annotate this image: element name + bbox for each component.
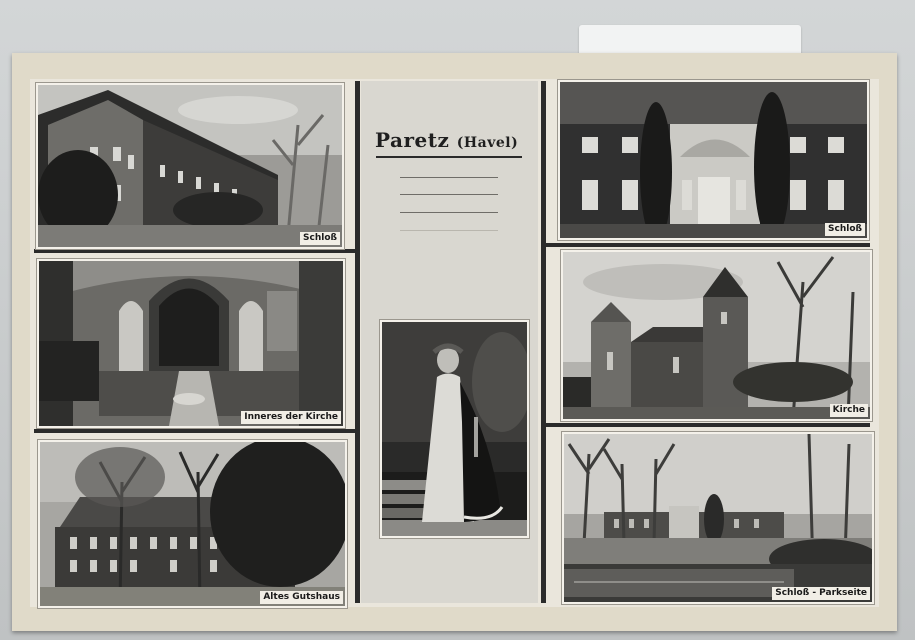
divider-right-2 [546, 423, 870, 427]
photo-altes-gutshaus-image [40, 442, 345, 606]
caption-schloss-front: Schloß [300, 232, 340, 245]
address-line-1 [400, 177, 498, 178]
caption-altes-gutshaus: Altes Gutshaus [260, 591, 343, 604]
title-sub: (Havel) [456, 135, 519, 151]
photo-schloss-park-image [564, 434, 872, 602]
photo-schloss-park: Schloß - Parkseite [562, 432, 874, 604]
divider-left [355, 81, 360, 603]
photo-schloss-front-image [38, 85, 342, 247]
photo-altes-gutshaus: Altes Gutshaus [38, 440, 347, 608]
postcard-title: Paretz (Havel) [375, 128, 525, 152]
address-line-2 [400, 194, 498, 195]
photo-portrait-queen-image [382, 322, 527, 536]
photo-schloss-portal-image [560, 82, 867, 238]
address-line-4 [400, 230, 498, 231]
photo-schloss-front: Schloß [36, 83, 344, 249]
divider-right-1 [546, 243, 870, 247]
title-underline [376, 156, 522, 158]
photo-portrait-queen [380, 320, 529, 538]
divider-left-2 [34, 429, 356, 433]
divider-left-1 [34, 249, 356, 253]
photo-innenraum-kirche-image [39, 261, 343, 426]
address-line-3 [400, 212, 498, 213]
title-main: Paretz [375, 128, 450, 152]
caption-schloss-park: Schloß - Parkseite [772, 587, 870, 600]
caption-innenraum-kirche: Inneres der Kirche [241, 411, 341, 424]
photo-kirche: Kirche [561, 250, 872, 421]
photo-innenraum-kirche: Inneres der Kirche [37, 259, 345, 428]
photo-kirche-image [563, 252, 870, 419]
caption-kirche: Kirche [829, 404, 868, 417]
photo-schloss-portal: Schloß [558, 80, 869, 240]
caption-schloss-portal: Schloß [825, 223, 865, 236]
divider-right [541, 81, 546, 603]
